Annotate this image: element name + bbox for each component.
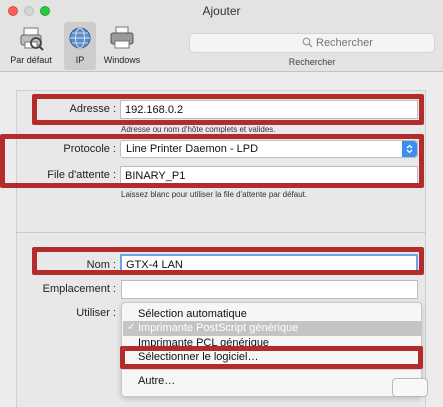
- queue-label: File d'attente :: [47, 169, 116, 181]
- globe-icon: [69, 27, 91, 49]
- search-caption: Rechercher: [288, 57, 336, 67]
- menu-item-select-software[interactable]: Sélectionner le logiciel…: [138, 351, 258, 363]
- address-hint: Adresse ou nom d'hôte complets et valide…: [121, 125, 276, 134]
- chevron-updown-icon: [402, 141, 417, 157]
- menu-divider: [123, 369, 422, 370]
- protocol-value: Line Printer Daemon - LPD: [126, 143, 259, 155]
- tab-windows-label: Windows: [103, 55, 141, 65]
- search-icon: [302, 37, 313, 48]
- search-field[interactable]: [189, 33, 435, 53]
- windows-printer-icon: [110, 26, 134, 49]
- driver-menu[interactable]: Sélection automatique ✓ Imprimante PostS…: [121, 302, 422, 397]
- use-label: Utiliser :: [76, 307, 116, 319]
- menu-item-postscript[interactable]: ✓ Imprimante PostScript générique: [123, 321, 422, 336]
- tab-default-label: Par défaut: [10, 55, 52, 65]
- menu-item-postscript-label: Imprimante PostScript générique: [138, 322, 299, 334]
- tab-windows[interactable]: Windows: [100, 22, 144, 70]
- address-field[interactable]: [120, 100, 418, 119]
- protocol-select[interactable]: Line Printer Daemon - LPD: [120, 140, 418, 158]
- menu-item-auto[interactable]: Sélection automatique: [138, 308, 247, 320]
- protocol-label: Protocole :: [63, 143, 116, 155]
- default-printer-icon: [20, 27, 44, 51]
- queue-field[interactable]: [120, 166, 418, 185]
- toolbar: Par défaut IP Windows Rechercher: [0, 20, 443, 72]
- name-label: Nom :: [86, 259, 116, 271]
- title-bar: Ajouter: [0, 0, 443, 20]
- menu-item-other[interactable]: Autre…: [138, 375, 175, 387]
- address-label: Adresse :: [69, 103, 116, 115]
- location-field[interactable]: [121, 280, 418, 299]
- location-label: Emplacement :: [42, 283, 116, 295]
- window-title: Ajouter: [202, 4, 241, 18]
- section-divider: [16, 232, 426, 233]
- tab-default[interactable]: Par défaut: [4, 22, 58, 70]
- search-input[interactable]: [316, 36, 426, 50]
- name-field[interactable]: [120, 254, 418, 275]
- checkmark-icon: ✓: [127, 322, 136, 333]
- queue-hint: Laissez blanc pour utiliser la file d'at…: [121, 190, 308, 199]
- add-button[interactable]: [392, 378, 428, 397]
- tab-ip[interactable]: IP: [64, 22, 96, 70]
- tab-ip-label: IP: [75, 55, 85, 65]
- menu-item-pcl[interactable]: Imprimante PCL générique: [138, 337, 269, 349]
